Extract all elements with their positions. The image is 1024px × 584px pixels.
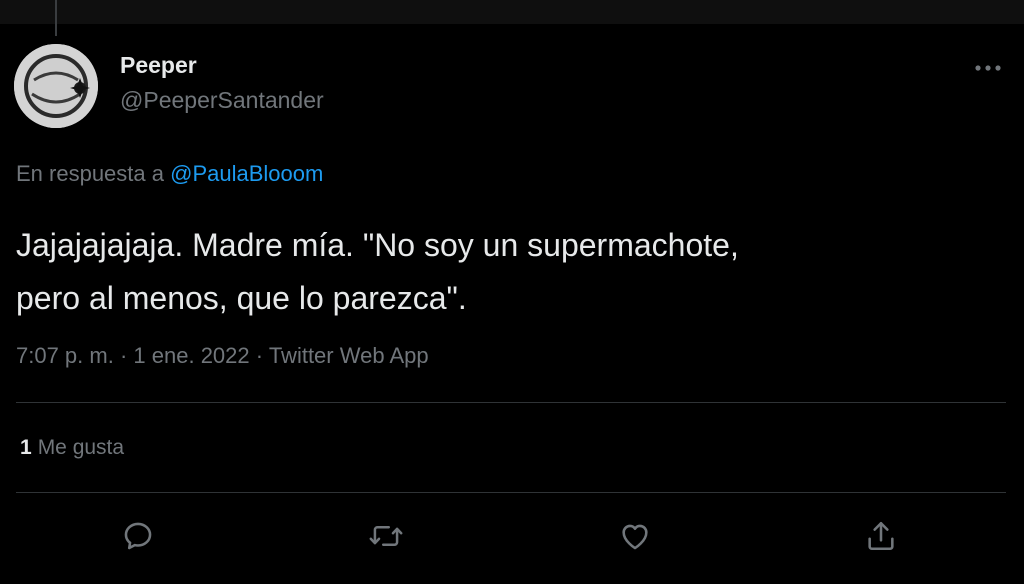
user-handle[interactable]: @PeeperSantander: [120, 87, 324, 114]
likes-label: Me gusta: [37, 436, 125, 459]
divider: [16, 492, 1006, 493]
meta-separator: ·: [119, 343, 128, 368]
likes-count-link[interactable]: 1 Me gusta: [20, 436, 124, 460]
like-button[interactable]: [613, 514, 657, 558]
tweet-text-line-2: pero al menos, que lo parezca".: [16, 280, 467, 316]
thread-connector-line: [55, 0, 57, 36]
meta-separator: ·: [255, 343, 264, 368]
tweet-date-link[interactable]: 1 ene. 2022: [133, 343, 249, 368]
share-icon: [868, 521, 894, 551]
avatar-image: [14, 44, 98, 128]
more-icon: [975, 65, 1001, 71]
retweet-icon: [369, 526, 403, 546]
tweet-detail: Peeper @PeeperSantander En respuesta a @…: [0, 0, 1024, 584]
more-options-button[interactable]: [962, 50, 1014, 86]
display-name[interactable]: Peeper: [120, 52, 197, 79]
reply-context: En respuesta a @PaulaBlooom: [16, 161, 323, 187]
likes-count: 1: [20, 436, 32, 459]
divider: [16, 402, 1006, 403]
avatar[interactable]: [14, 44, 98, 128]
tweet-text: Jajajajajaja. Madre mía. "No soy un supe…: [16, 219, 1006, 325]
tweet-metadata: 7:07 p. m. · 1 ene. 2022 · Twitter Web A…: [16, 343, 429, 369]
reply-prefix: En respuesta a: [16, 161, 164, 186]
tweet-source-link[interactable]: Twitter Web App: [269, 343, 429, 368]
reply-button[interactable]: [116, 514, 160, 558]
reply-mention-link[interactable]: @PaulaBlooom: [170, 161, 323, 186]
like-icon: [622, 524, 648, 550]
retweet-button[interactable]: [364, 514, 408, 558]
share-button[interactable]: [859, 514, 903, 558]
previous-tweet-edge: [0, 0, 1024, 24]
reply-icon: [124, 522, 152, 550]
tweet-text-line-1: Jajajajajaja. Madre mía. "No soy un supe…: [16, 227, 739, 263]
tweet-time-link[interactable]: 7:07 p. m.: [16, 343, 114, 368]
